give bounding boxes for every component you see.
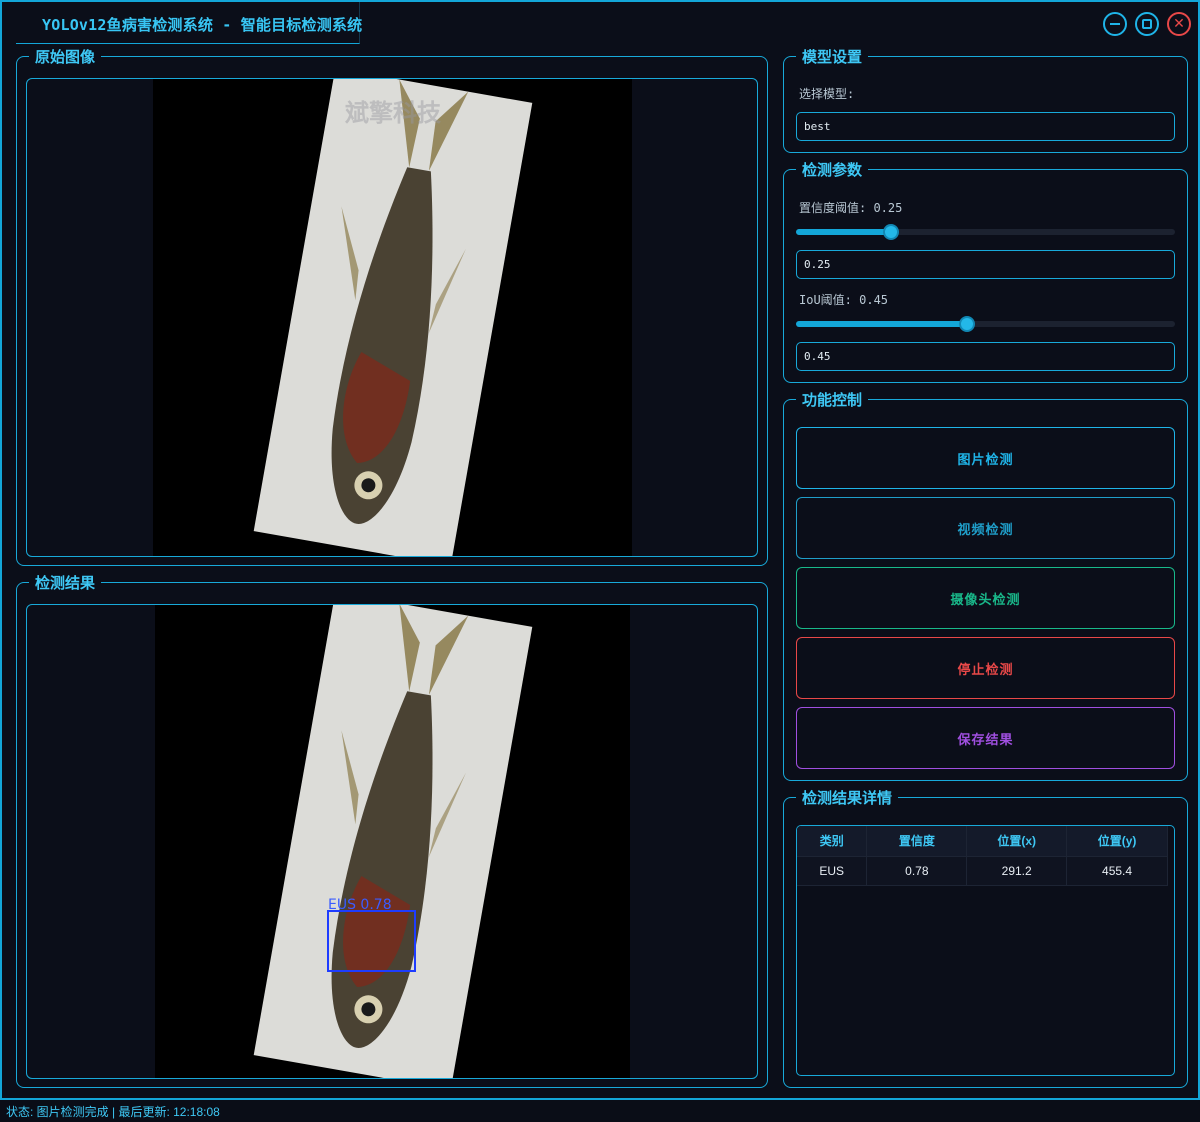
column-header-confidence[interactable]: 置信度 (866, 826, 968, 856)
title-tab: YOLOv12鱼病害检测系统 - 智能目标检测系统 (16, 2, 363, 44)
main-window: YOLOv12鱼病害检测系统 - 智能目标检测系统 ✕ 原始图像 斌擎科技 检测… (0, 0, 1200, 1100)
save-result-button[interactable]: 保存结果 (796, 707, 1175, 769)
cell-y: 455.4 (1066, 855, 1168, 886)
cell-x: 291.2 (966, 855, 1068, 886)
original-image-panel: 原始图像 斌擎科技 (16, 46, 768, 566)
result-fish-image: EUS 0.78 (253, 605, 533, 1078)
detection-box-label: EUS 0.78 (328, 897, 392, 913)
model-settings-title: 模型设置 (796, 46, 869, 67)
stop-detect-button[interactable]: 停止检测 (796, 637, 1175, 699)
confidence-slider[interactable] (796, 224, 1175, 240)
close-icon: ✕ (1173, 16, 1185, 32)
iou-input[interactable]: 0.45 (796, 342, 1175, 371)
iou-label: IoU阈值: 0.45 (799, 293, 889, 307)
function-controls-panel: 功能控制 图片检测 视频检测 摄像头检测 停止检测 保存结果 (783, 389, 1188, 781)
model-settings-panel: 模型设置 选择模型: best (783, 46, 1188, 153)
original-image-canvas: 斌擎科技 (153, 79, 632, 556)
result-details-panel: 检测结果详情 类别 置信度 位置(x) 位置(y) EUS 0.78 291.2 (783, 787, 1188, 1088)
confidence-slider-handle[interactable] (882, 224, 899, 240)
original-image-view: 斌擎科技 (26, 78, 758, 557)
iou-slider-handle[interactable] (958, 316, 975, 332)
select-model-label: 选择模型: (799, 87, 855, 101)
model-select[interactable]: best (796, 112, 1175, 141)
minimize-button[interactable] (1103, 12, 1127, 36)
result-table: 类别 置信度 位置(x) 位置(y) EUS 0.78 291.2 455.4 (796, 825, 1175, 1076)
maximize-button[interactable] (1135, 12, 1159, 36)
table-row[interactable]: EUS 0.78 291.2 455.4 (797, 855, 1168, 886)
iou-slider-fill (796, 321, 967, 327)
column-header-y[interactable]: 位置(y) (1066, 826, 1168, 856)
status-bar: 状态: 图片检测完成 | 最后更新: 12:18:08 (0, 1100, 1200, 1122)
detection-params-title: 检测参数 (796, 159, 869, 180)
detection-params-panel: 检测参数 置信度阈值: 0.25 0.25 IoU阈值: 0.45 0.45 (783, 159, 1188, 383)
confidence-input[interactable]: 0.25 (796, 250, 1175, 279)
maximize-icon (1142, 19, 1152, 29)
cell-class: EUS (797, 855, 868, 886)
column-header-x[interactable]: 位置(x) (966, 826, 1068, 856)
title-bar: YOLOv12鱼病害检测系统 - 智能目标检测系统 ✕ (2, 2, 1198, 44)
original-fish-image: 斌擎科技 (253, 79, 533, 556)
result-image-view: EUS 0.78 (26, 604, 758, 1079)
original-watermark: 斌擎科技 (344, 99, 442, 127)
result-image-panel: 检测结果 EUS 0.78 (16, 572, 768, 1088)
cell-confidence: 0.78 (866, 855, 968, 886)
function-controls-title: 功能控制 (796, 389, 869, 410)
confidence-slider-fill (796, 229, 891, 235)
column-header-class[interactable]: 类别 (797, 826, 868, 856)
iou-slider[interactable] (796, 316, 1175, 332)
minimize-icon (1110, 23, 1120, 25)
confidence-label: 置信度阈值: 0.25 (799, 201, 903, 215)
window-title: YOLOv12鱼病害检测系统 - 智能目标检测系统 (42, 16, 363, 34)
video-detect-button[interactable]: 视频检测 (796, 497, 1175, 559)
image-detect-button[interactable]: 图片检测 (796, 427, 1175, 489)
original-image-title: 原始图像 (29, 46, 102, 67)
result-image-title: 检测结果 (29, 572, 102, 593)
result-details-title: 检测结果详情 (796, 787, 899, 808)
close-button[interactable]: ✕ (1167, 12, 1191, 36)
table-header-row: 类别 置信度 位置(x) 位置(y) (797, 826, 1168, 856)
camera-detect-button[interactable]: 摄像头检测 (796, 567, 1175, 629)
result-image-canvas: EUS 0.78 (155, 605, 630, 1078)
